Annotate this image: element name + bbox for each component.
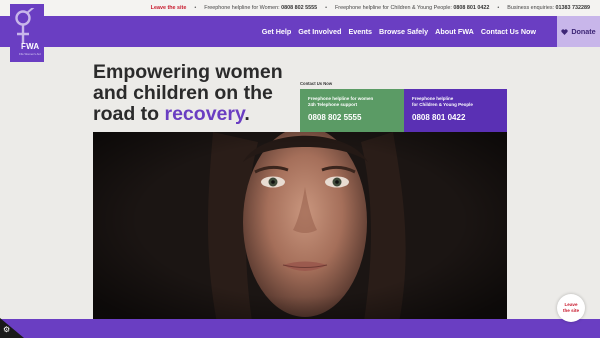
- business-enquiries-label: Business enquiries:: [507, 5, 555, 11]
- nav-contact-us-now[interactable]: Contact Us Now: [481, 27, 536, 36]
- children-helpline-box-number[interactable]: 0808 801 0422: [412, 113, 499, 122]
- logo-text: FWA: [21, 42, 40, 51]
- women-helpline-box[interactable]: Freephone helpline for women 24h Telepho…: [300, 89, 404, 132]
- business-enquiries-info: Business enquiries: 01383 732289: [507, 5, 590, 11]
- nav-about-fwa[interactable]: About FWA: [435, 27, 474, 36]
- women-helpline-info: Freephone helpline for Women: 0808 802 5…: [204, 5, 317, 11]
- separator: •: [325, 5, 327, 11]
- hero-photo: [93, 132, 507, 328]
- top-info-bar: Leave the site • Freephone helpline for …: [0, 0, 600, 16]
- children-helpline-box[interactable]: Freephone helpline for Children & Young …: [404, 89, 507, 132]
- nav-browse-safely[interactable]: Browse Safely: [379, 27, 428, 36]
- leave-site-floating-button[interactable]: Leave the site: [557, 294, 585, 322]
- hero-title-accent: recovery: [164, 103, 245, 125]
- women-helpline-desc-2: 24h Telephone support: [308, 102, 358, 107]
- leave-site-link[interactable]: Leave the site: [151, 5, 187, 11]
- donate-label: Donate: [571, 27, 596, 36]
- bottom-band: [0, 319, 600, 338]
- separator: •: [497, 5, 500, 11]
- separator: •: [194, 5, 197, 11]
- hero-title-end: .: [244, 103, 250, 125]
- children-helpline-info: Freephone helpline for Children & Young …: [335, 5, 489, 11]
- logo-subtext: Fife Women's Aid: [19, 52, 41, 56]
- nav-events[interactable]: Events: [348, 27, 372, 36]
- children-helpline-label: Freephone helpline for Children & Young …: [335, 5, 452, 11]
- hero-title: Empowering women and children on the roa…: [93, 62, 293, 125]
- donate-button[interactable]: Donate: [557, 16, 600, 47]
- gear-icon[interactable]: ⚙: [3, 326, 10, 334]
- portrait-image: [93, 132, 507, 328]
- contact-label: Contact Us Now: [300, 81, 333, 86]
- children-helpline-number[interactable]: 0808 801 0422: [453, 5, 489, 11]
- women-helpline-box-number[interactable]: 0808 802 5555: [308, 113, 396, 122]
- business-enquiries-number[interactable]: 01383 732289: [556, 5, 590, 11]
- heart-icon: [561, 28, 568, 35]
- women-helpline-label: Freephone helpline for Women:: [204, 5, 280, 11]
- main-nav: FWA Fife Women's Aid Get Help Get Involv…: [0, 4, 600, 62]
- women-helpline-number[interactable]: 0808 802 5555: [281, 5, 317, 11]
- children-helpline-desc-2: for Children & Young People: [412, 102, 473, 107]
- nav-links: Get Help Get Involved Events Browse Safe…: [262, 16, 536, 47]
- leave-floating-line2: the site: [562, 308, 580, 313]
- fwa-logo[interactable]: FWA Fife Women's Aid: [10, 4, 44, 62]
- nav-get-help[interactable]: Get Help: [262, 27, 292, 36]
- nav-get-involved[interactable]: Get Involved: [298, 27, 341, 36]
